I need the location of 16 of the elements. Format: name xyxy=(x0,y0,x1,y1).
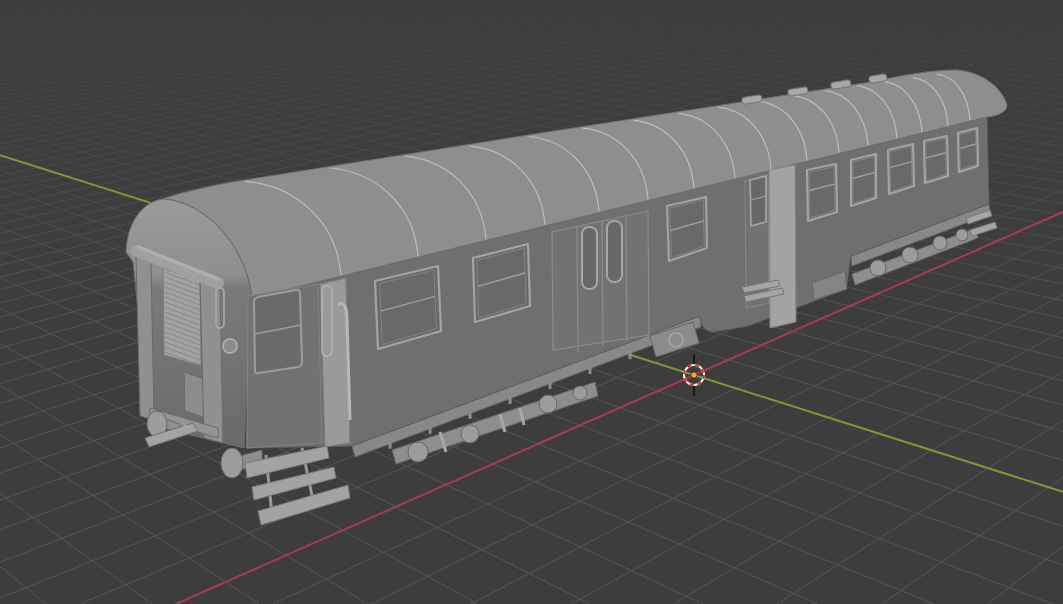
roof-vent xyxy=(787,86,809,98)
round-lamp xyxy=(222,338,238,354)
carriage-window xyxy=(849,152,878,208)
carriage-window xyxy=(665,195,709,263)
boarding-step xyxy=(144,422,199,448)
roof-vent xyxy=(830,79,852,91)
carriage-window xyxy=(886,142,916,196)
carriage-window xyxy=(922,134,950,185)
roof-vent xyxy=(868,73,888,84)
carriage-window xyxy=(956,126,980,174)
grab-handle xyxy=(215,287,225,329)
boarding-steps xyxy=(965,209,998,237)
roof-vent xyxy=(741,94,763,106)
underframe-box xyxy=(811,270,848,301)
boarding-steps xyxy=(741,279,785,303)
grab-handle xyxy=(321,285,333,357)
